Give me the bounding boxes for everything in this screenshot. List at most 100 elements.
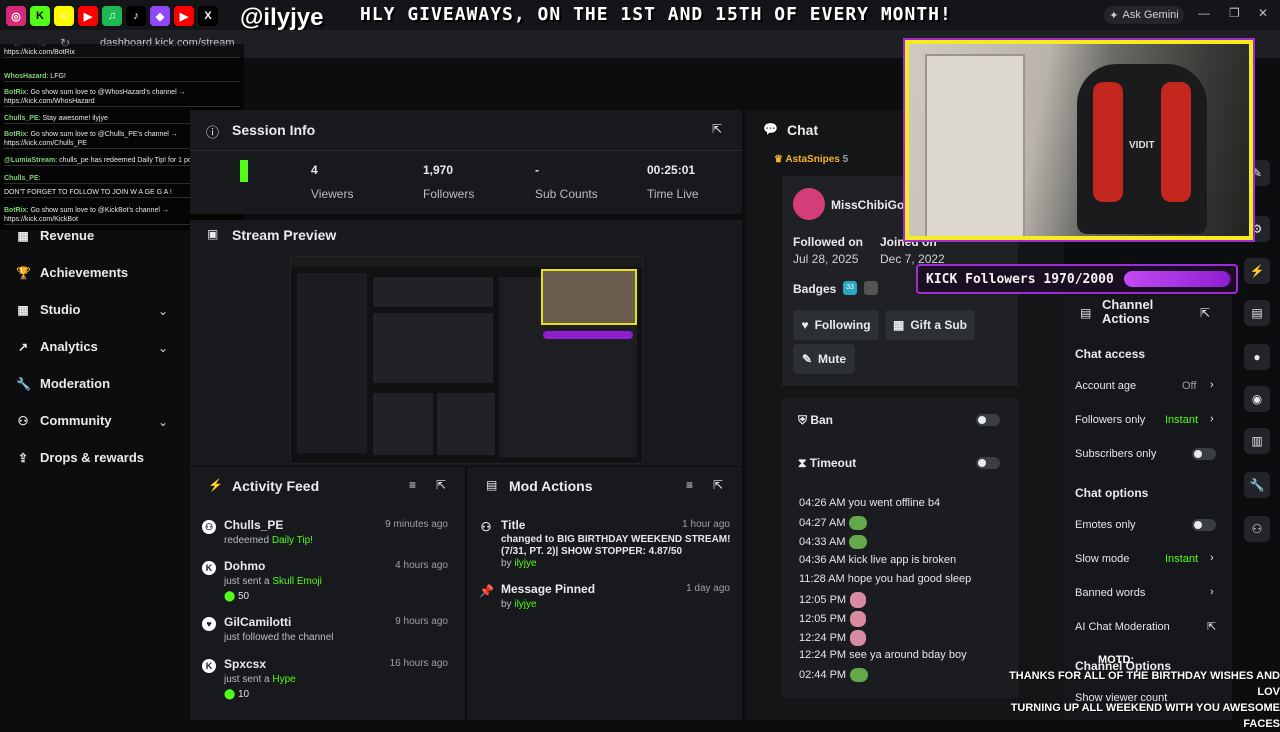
mute-button[interactable]: ✎ Mute bbox=[793, 344, 855, 374]
twitch-icon[interactable]: ◆ bbox=[150, 6, 170, 26]
sidebar-item-achievements[interactable]: 🏆 Achievements bbox=[16, 265, 128, 280]
by-prefix: by bbox=[501, 558, 515, 569]
drops-icon: ⇪ bbox=[17, 450, 29, 465]
tiktok-icon[interactable]: ♪ bbox=[126, 6, 146, 26]
kick-icon[interactable]: K bbox=[30, 6, 50, 26]
gift-sub-button[interactable]: ▦ Gift a Sub bbox=[885, 310, 975, 340]
instagram-icon[interactable]: ◎ bbox=[6, 6, 26, 26]
slow-mode-value[interactable]: Instant bbox=[1165, 553, 1198, 565]
chat-text: : Stay awesome! ilyjye bbox=[38, 115, 108, 122]
followers-only-value[interactable]: Instant bbox=[1165, 414, 1198, 426]
history-message: 04:27 AM bbox=[799, 516, 868, 530]
chevron-down-icon[interactable]: ⌄ bbox=[158, 415, 168, 429]
chevron-right-icon[interactable]: › bbox=[1210, 413, 1214, 425]
chat-options-heading: Chat options bbox=[1075, 486, 1149, 500]
sidebar-item-label: Drops & rewards bbox=[40, 450, 145, 465]
stat-sub-counts: - Sub Counts bbox=[535, 150, 635, 214]
following-button[interactable]: ♥ Following bbox=[793, 310, 879, 340]
banned-words-label: Banned words bbox=[1075, 587, 1146, 599]
popout-icon[interactable]: ⇱ bbox=[1200, 306, 1210, 320]
filter-icon[interactable]: ≡ bbox=[686, 478, 693, 492]
chat-bubble-icon[interactable]: ● bbox=[1244, 344, 1270, 370]
followed-on-label: Followed on bbox=[793, 235, 863, 249]
activity-time: 9 minutes ago bbox=[385, 519, 448, 530]
activity-highlight: Daily Tip! bbox=[271, 535, 313, 546]
hourglass-icon: ⧗ bbox=[798, 456, 810, 470]
emotes-only-toggle[interactable] bbox=[1192, 519, 1216, 531]
x-icon[interactable]: X bbox=[198, 6, 218, 26]
doc-icon: ▤ bbox=[486, 478, 498, 492]
ask-gemini-button[interactable]: ✦ Ask Gemini bbox=[1104, 6, 1184, 24]
spotify-icon[interactable]: ♫ bbox=[102, 6, 122, 26]
close-icon[interactable]: ✕ bbox=[1258, 6, 1268, 20]
mod-action-item: 📌 Message Pinned 1 day ago by ilyjye bbox=[467, 582, 742, 642]
external-link-icon[interactable]: ⇱ bbox=[1207, 620, 1216, 633]
chat-text: : Go show sum love to @Chulls_PE's chann… bbox=[4, 131, 178, 147]
youtube-icon[interactable]: ▶ bbox=[174, 6, 194, 26]
restore-icon[interactable]: ❐ bbox=[1229, 6, 1240, 20]
user-name: MissChibiGo bbox=[831, 198, 905, 212]
popout-icon[interactable]: ⇱ bbox=[713, 478, 723, 492]
sidebar-item-label: Achievements bbox=[40, 265, 129, 280]
sidebar-item-community[interactable]: ⚇ Community bbox=[16, 413, 112, 428]
mute-label: Mute bbox=[818, 352, 847, 366]
mod-action-time: 1 day ago bbox=[686, 583, 730, 594]
timeout-row: ⧗ Timeout bbox=[798, 456, 856, 471]
stat-label: Sub Counts bbox=[535, 187, 598, 201]
filter-icon[interactable]: ≡ bbox=[409, 478, 416, 492]
popout-icon[interactable]: ⇱ bbox=[436, 478, 446, 492]
motd-label: MOTD: bbox=[1098, 654, 1135, 666]
sidebar-item-analytics[interactable]: ↗ Analytics bbox=[16, 339, 98, 354]
layout-icon[interactable]: ▥ bbox=[1244, 428, 1270, 454]
wrench-icon[interactable]: 🔧 bbox=[1244, 472, 1270, 498]
chevron-down-icon[interactable]: ⌄ bbox=[158, 341, 168, 355]
chat-text: DON'T FORGET TO FOLLOW TO JOIN W A GE G … bbox=[4, 189, 172, 196]
sidebar-item-moderation[interactable]: 🔧 Moderation bbox=[16, 376, 110, 391]
sidebar-item-studio[interactable]: ▦ Studio bbox=[16, 302, 80, 317]
stat-value: - bbox=[535, 163, 539, 177]
stream-preview-title: Stream Preview bbox=[232, 227, 337, 243]
ban-toggle[interactable] bbox=[976, 414, 1000, 426]
popout-icon[interactable]: ⇱ bbox=[712, 122, 722, 136]
ban-row: ⛨ Ban bbox=[798, 413, 833, 428]
preview-minichat bbox=[297, 273, 367, 453]
activity-time: 9 hours ago bbox=[395, 616, 448, 627]
preview-icon: ▣ bbox=[207, 227, 219, 241]
chevron-right-icon[interactable]: › bbox=[1210, 379, 1214, 391]
history-message: 12:05 PM bbox=[799, 592, 867, 608]
mod-action-user[interactable]: ilyjye bbox=[514, 558, 536, 569]
pepe-emote-icon bbox=[850, 668, 869, 682]
timeout-toggle[interactable] bbox=[976, 457, 1000, 469]
notes-icon[interactable]: ▤ bbox=[1244, 300, 1270, 326]
pin-icon: 📌 bbox=[479, 584, 494, 598]
chevron-down-icon[interactable]: ⌄ bbox=[158, 304, 168, 318]
broadcast-icon[interactable]: ◉ bbox=[1244, 386, 1270, 412]
history-message: 04:26 AM you went offline b4 bbox=[799, 497, 940, 509]
account-age-value[interactable]: Off bbox=[1182, 380, 1196, 392]
stat-followers: 1,970 Followers bbox=[423, 150, 523, 214]
mod-action-user[interactable]: ilyjye bbox=[514, 599, 536, 610]
mod-action-time: 1 hour ago bbox=[682, 519, 730, 530]
chat-text: : LFG! bbox=[46, 73, 66, 80]
history-message: 12:05 PM bbox=[799, 611, 867, 627]
snapchat-icon[interactable]: ☺ bbox=[54, 6, 74, 26]
subscribers-only-toggle[interactable] bbox=[1192, 448, 1216, 460]
lightning-icon[interactable]: ⚡ bbox=[1244, 258, 1270, 284]
sidebar-item-revenue[interactable]: ▦ Revenue bbox=[16, 228, 94, 243]
chevron-right-icon[interactable]: › bbox=[1210, 552, 1214, 564]
sidebar-item-drops-rewards[interactable]: ⇪ Drops & rewards bbox=[16, 450, 144, 465]
stream-preview-video[interactable] bbox=[290, 256, 643, 464]
activity-amount-value: 50 bbox=[237, 591, 250, 602]
chat-username: @LumiaStream bbox=[4, 157, 56, 164]
chevron-right-icon[interactable]: › bbox=[1210, 586, 1214, 598]
mod-actions-title: Mod Actions bbox=[509, 478, 593, 494]
users-icon[interactable]: ⚇ bbox=[1244, 516, 1270, 542]
minimize-icon[interactable]: — bbox=[1198, 6, 1210, 20]
sidebar-item-label: Moderation bbox=[40, 376, 111, 391]
youtube-icon[interactable]: ▶ bbox=[78, 6, 98, 26]
user-icon: ⚇ bbox=[480, 520, 492, 534]
mod-action-name: Message Pinned bbox=[501, 582, 596, 596]
activity-highlight: Skull Emoji bbox=[272, 576, 322, 587]
chat-icon: 💬 bbox=[763, 122, 778, 136]
user-icon: ⚇ bbox=[202, 520, 216, 534]
